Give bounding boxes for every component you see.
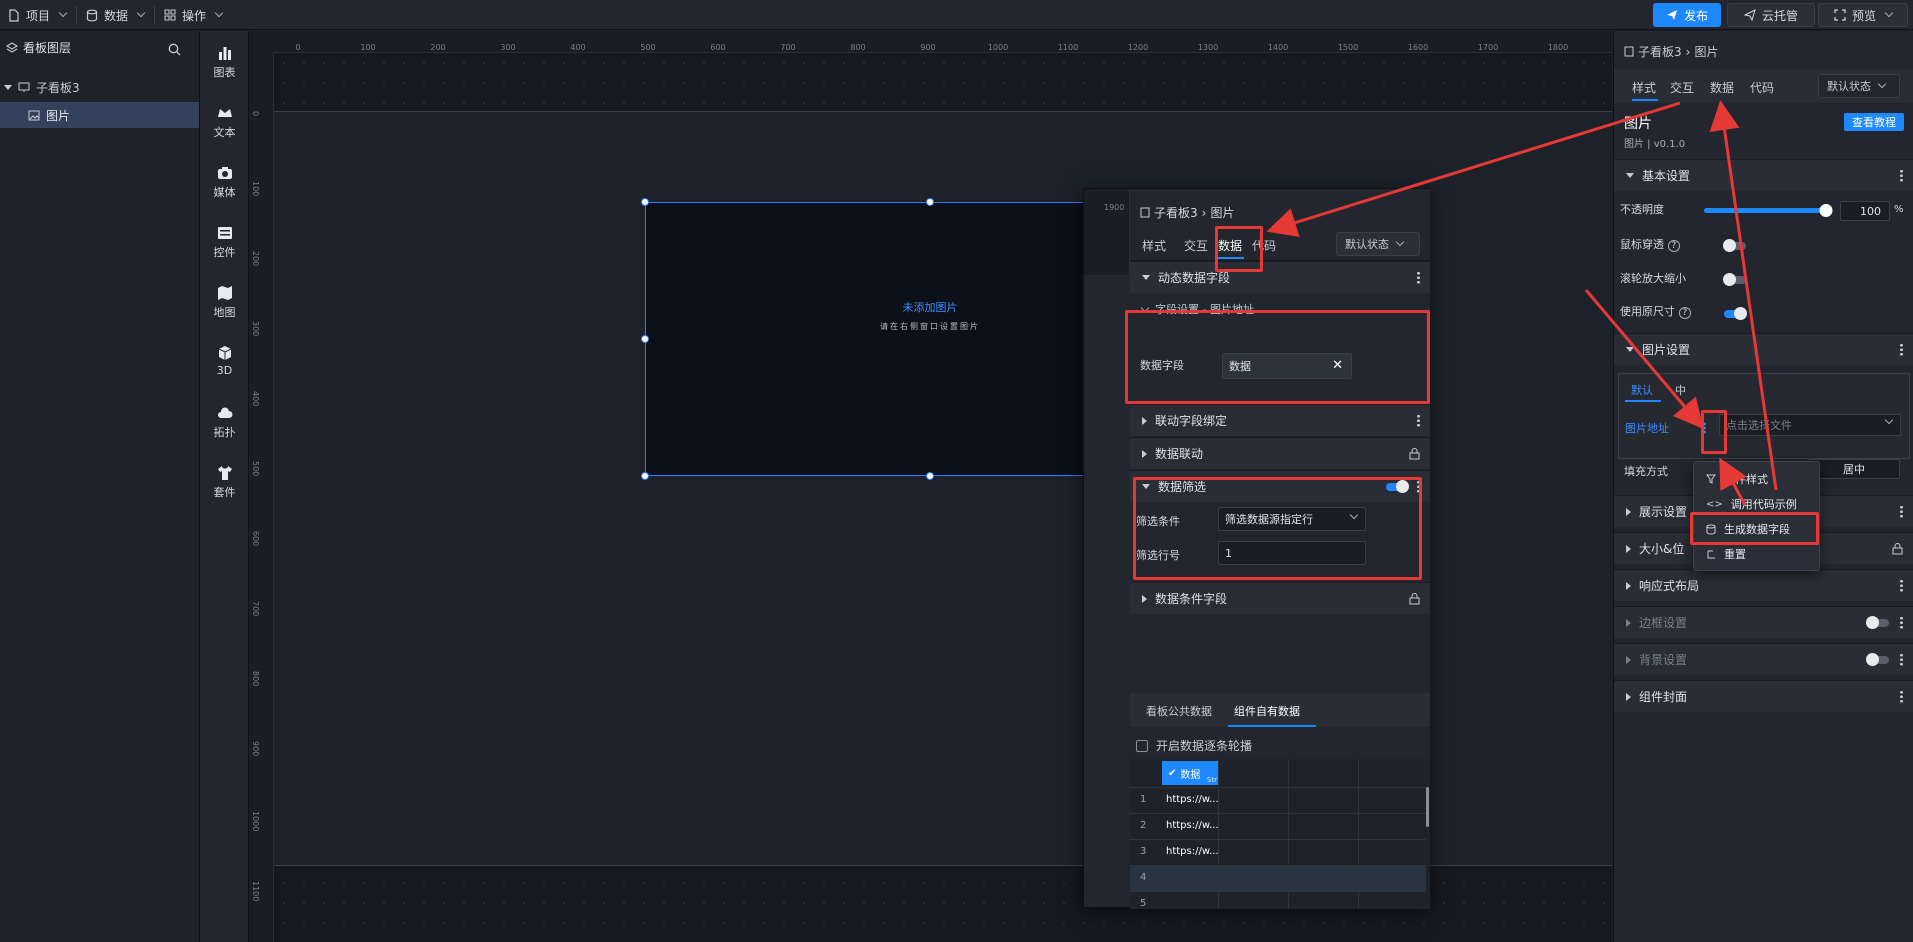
arrow: [1719, 457, 1747, 506]
arrow: [1709, 100, 1778, 491]
annotation-arrows: [1266, 100, 1778, 506]
arrow: [1266, 101, 1681, 237]
arrow: [1584, 289, 1704, 430]
